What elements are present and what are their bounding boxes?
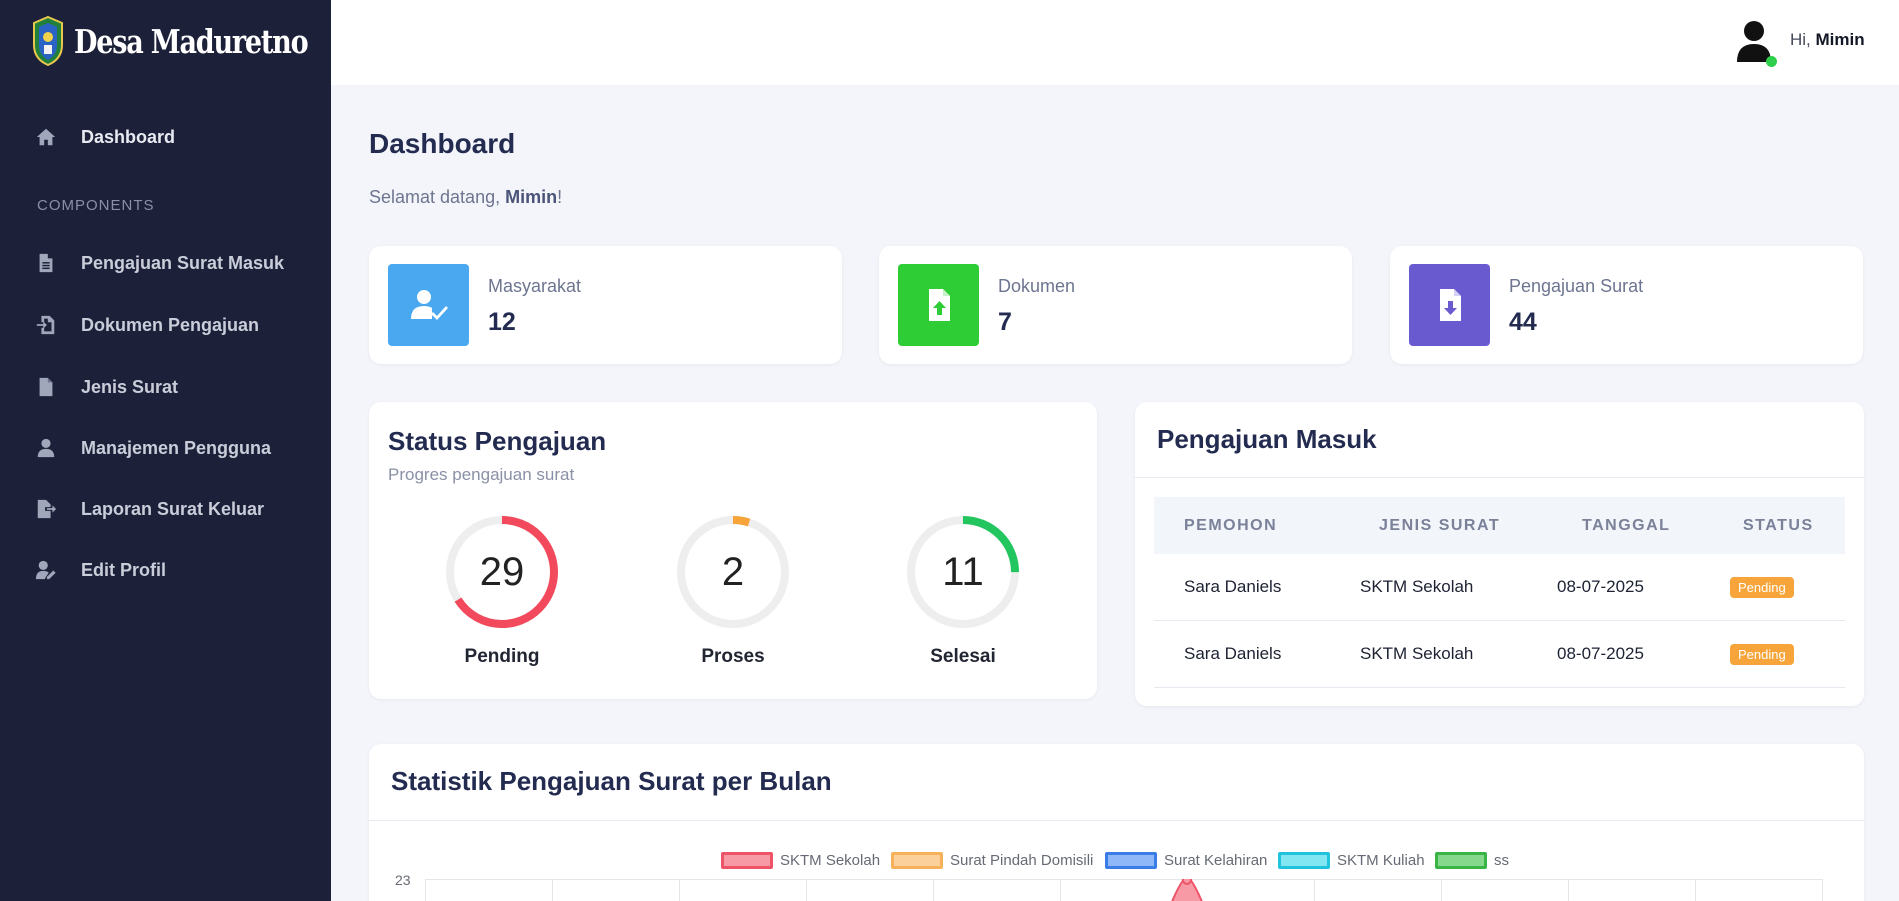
file-icon — [34, 251, 58, 275]
sidebar-item-laporan-surat-keluar[interactable]: Laporan Surat Keluar — [0, 487, 331, 531]
cell-tanggal: 08-07-2025 — [1557, 644, 1644, 663]
welcome-prefix: Selamat datang, — [369, 187, 501, 207]
legend-label: SKTM Sekolah — [780, 851, 881, 869]
ring-label: Proses — [701, 646, 765, 667]
user-name: Mimin — [1815, 30, 1865, 49]
legend-label: SKTM Kuliah — [1337, 851, 1425, 869]
legend-item[interactable]: Surat Pindah Domisili — [891, 851, 1093, 869]
brand-name: Desa Maduretno — [74, 21, 309, 61]
status-badge: Pending — [1730, 644, 1794, 665]
stat-card-dokumen: Dokumen 7 — [879, 246, 1352, 364]
brand[interactable]: Desa Maduretno — [30, 14, 359, 68]
online-status-indicator — [1766, 56, 1777, 67]
data-point[interactable] — [1182, 879, 1192, 885]
sidebar-item-manajemen-pengguna[interactable]: Manajemen Pengguna — [0, 426, 331, 470]
ring-value: 29 — [479, 549, 525, 594]
column-header[interactable]: JENIS SURAT — [1379, 517, 1500, 535]
ring-label: Selesai — [930, 646, 996, 667]
welcome-suffix: ! — [557, 187, 563, 207]
status-card: Status Pengajuan Progres pengajuan surat… — [369, 402, 1097, 699]
user-greeting[interactable]: Hi, Mimin — [1790, 30, 1865, 50]
monthly-chart-plot — [425, 879, 1823, 901]
table-header: PEMOHON JENIS SURAT TANGGAL STATUS — [1154, 497, 1845, 554]
topbar: Hi, Mimin — [331, 0, 1899, 85]
sidebar-item-label: Edit Profil — [81, 559, 166, 580]
table-row[interactable]: Sara Daniels SKTM Sekolah 08-07-2025 Pen… — [1154, 554, 1845, 621]
stat-card-pengajuan-surat: Pengajuan Surat 44 — [1390, 246, 1863, 364]
cell-pemohon: Sara Daniels — [1184, 644, 1282, 663]
legend-item[interactable]: ss — [1435, 851, 1509, 869]
stat-value: 12 — [488, 308, 516, 336]
sidebar: Desa Maduretno Dashboard COMPONENTS Peng… — [0, 0, 331, 901]
progress-ring-selesai: 11 — [903, 512, 1023, 632]
stat-value: 44 — [1509, 308, 1537, 336]
sidebar-item-label: Laporan Surat Keluar — [81, 498, 265, 519]
monthly-stats-card: Statistik Pengajuan Surat per Bulan SKTM… — [369, 744, 1864, 901]
legend-swatch — [721, 851, 773, 869]
divider — [369, 820, 1864, 821]
legend-label: Surat Pindah Domisili — [950, 851, 1094, 869]
file-download-icon — [1409, 264, 1490, 346]
table-row[interactable]: Sara Daniels SKTM Sekolah 08-07-2025 Pen… — [1154, 621, 1845, 688]
stat-value: 7 — [998, 308, 1012, 336]
y-axis-tick: 23 — [395, 872, 411, 888]
cell-jenis-surat: SKTM Sekolah — [1360, 644, 1474, 663]
cell-jenis-surat: SKTM Sekolah — [1360, 577, 1474, 596]
stat-label: Masyarakat — [488, 276, 582, 296]
stat-label: Pengajuan Surat — [1509, 276, 1644, 296]
ring-value: 2 — [721, 549, 745, 594]
file-icon — [34, 375, 58, 399]
column-header[interactable]: PEMOHON — [1184, 517, 1277, 535]
sidebar-item-label: Manajemen Pengguna — [81, 437, 272, 458]
file-export-icon — [34, 497, 58, 521]
column-header[interactable]: STATUS — [1743, 517, 1814, 535]
sidebar-item-dokumen-pengajuan[interactable]: Dokumen Pengajuan — [0, 303, 331, 347]
welcome-name: Mimin — [505, 187, 558, 207]
column-header[interactable]: TANGGAL — [1582, 517, 1670, 535]
user-check-icon — [388, 264, 469, 346]
legend-item[interactable]: SKTM Kuliah — [1278, 851, 1425, 869]
legend-swatch — [1105, 851, 1157, 869]
village-logo-icon — [33, 15, 63, 67]
progress-ring-pending: 29 — [442, 512, 562, 632]
sidebar-section-label: COMPONENTS — [37, 197, 155, 214]
user-icon — [34, 436, 58, 460]
welcome-message: Selamat datang, Mimin! — [369, 187, 562, 208]
sidebar-item-label: Dashboard — [81, 126, 176, 147]
stat-card-masyarakat: Masyarakat 12 — [369, 246, 842, 364]
progress-ring-proses: 2 — [673, 512, 793, 632]
sidebar-item-label: Pengajuan Surat Masuk — [81, 252, 285, 273]
sidebar-item-label: Jenis Surat — [81, 376, 179, 397]
legend-swatch — [1278, 851, 1330, 869]
legend-label: Surat Kelahiran — [1164, 851, 1268, 869]
legend-swatch — [1435, 851, 1487, 869]
legend-swatch — [891, 851, 943, 869]
user-edit-icon — [34, 558, 58, 582]
file-import-icon — [34, 313, 58, 337]
ring-value: 11 — [942, 549, 984, 594]
sidebar-item-label: Dokumen Pengajuan — [81, 314, 260, 335]
cell-tanggal: 08-07-2025 — [1557, 577, 1644, 596]
stat-label: Dokumen — [998, 276, 1076, 296]
status-card-title: Status Pengajuan — [388, 426, 607, 456]
monthly-stats-title: Statistik Pengajuan Surat per Bulan — [391, 766, 832, 796]
incoming-card-title: Pengajuan Masuk — [1157, 424, 1377, 454]
status-badge: Pending — [1730, 577, 1794, 598]
sidebar-item-edit-profil[interactable]: Edit Profil — [0, 548, 331, 592]
greeting-prefix: Hi, — [1790, 30, 1811, 49]
divider — [1135, 477, 1864, 478]
status-card-subtitle: Progres pengajuan surat — [388, 465, 575, 484]
sidebar-item-jenis-surat[interactable]: Jenis Surat — [0, 365, 331, 409]
legend-item[interactable]: SKTM Sekolah — [721, 851, 880, 869]
legend-label: ss — [1494, 851, 1509, 869]
file-upload-icon — [898, 264, 979, 346]
home-icon — [34, 125, 58, 149]
sidebar-item-pengajuan-surat-masuk[interactable]: Pengajuan Surat Masuk — [0, 241, 331, 285]
incoming-card: Pengajuan Masuk PEMOHON JENIS SURAT TANG… — [1135, 402, 1864, 706]
legend-item[interactable]: Surat Kelahiran — [1105, 851, 1267, 869]
ring-label: Pending — [464, 646, 540, 667]
cell-pemohon: Sara Daniels — [1184, 577, 1282, 596]
sidebar-item-dashboard[interactable]: Dashboard — [0, 115, 331, 159]
page-title: Dashboard — [369, 128, 516, 159]
